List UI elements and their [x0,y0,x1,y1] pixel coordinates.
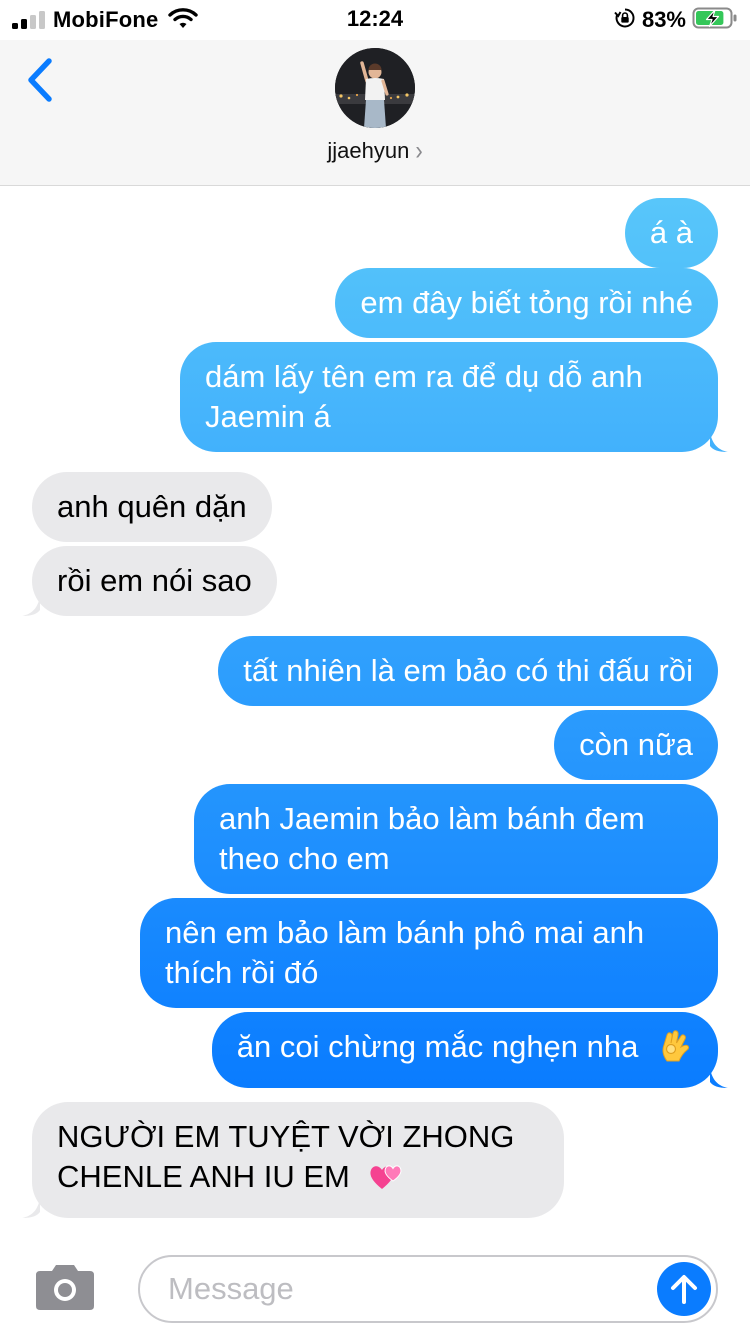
chevron-left-icon [28,58,52,102]
arrow-up-icon [671,1275,697,1304]
message-received[interactable]: anh quên dặn [32,472,272,542]
message-input[interactable] [168,1257,648,1321]
camera-button[interactable] [34,1262,96,1312]
bubble-tail [22,596,40,616]
send-button[interactable] [657,1262,711,1316]
back-button[interactable] [22,56,58,104]
ok-hand-emoji [657,1027,693,1073]
bubble-tail [710,432,728,452]
message-text: tất nhiên là em bảo có thi đấu rồi [243,653,693,688]
message-text: em đây biết tỏng rồi nhé [360,285,693,320]
message-text: nên em bảo làm bánh phô mai anh thích rồ… [165,915,645,990]
message-text: còn nữa [579,727,693,762]
status-bar: MobiFone 12:24 83% [0,0,750,40]
message-sent[interactable]: nên em bảo làm bánh phô mai anh thích rồ… [140,898,718,1008]
conversation-header: jjaehyun › [0,40,750,186]
message-sent[interactable]: còn nữa [554,710,718,780]
message-input-container [138,1255,718,1323]
message-sent[interactable]: anh Jaemin bảo làm bánh đem theo cho em [194,784,718,894]
orientation-lock-icon [614,7,636,34]
chevron-right-icon: › [415,135,423,166]
message-text: rồi em nói sao [57,563,252,598]
message-sent[interactable]: tất nhiên là em bảo có thi đấu rồi [218,636,718,706]
message-text: ăn coi chừng mắc nghẹn nha [236,1029,639,1064]
battery-percent: 83% [641,7,686,32]
battery-charging-icon [692,6,738,35]
two-hearts-emoji [368,1159,404,1203]
bubble-tail [22,1198,40,1218]
contact-avatar[interactable] [335,48,415,128]
bubble-tail [710,1068,728,1088]
message-sent[interactable]: dám lấy tên em ra để dụ dỗ anh Jaemin á [180,342,728,452]
message-sent[interactable]: á à [624,198,718,268]
message-text: NGƯỜI EM TUYỆT VỜI ZHONG CHENLE ANH IU E… [57,1119,515,1194]
message-sent[interactable]: em đây biết tỏng rồi nhé [335,268,718,338]
contact-name: jjaehyun [327,138,410,163]
message-text: á à [649,215,693,250]
message-text: anh quên dặn [57,489,247,524]
message-received[interactable]: NGƯỜI EM TUYỆT VỜI ZHONG CHENLE ANH IU E… [22,1102,564,1218]
message-text: dám lấy tên em ra để dụ dỗ anh Jaemin á [205,359,643,434]
message-received[interactable]: rồi em nói sao [22,546,277,616]
contact-name-button[interactable]: jjaehyun › [0,135,750,166]
message-sent[interactable]: ăn coi chừng mắc nghẹn nha [211,1012,728,1088]
camera-icon [36,1265,94,1310]
message-text: anh Jaemin bảo làm bánh đem theo cho em [219,801,645,876]
